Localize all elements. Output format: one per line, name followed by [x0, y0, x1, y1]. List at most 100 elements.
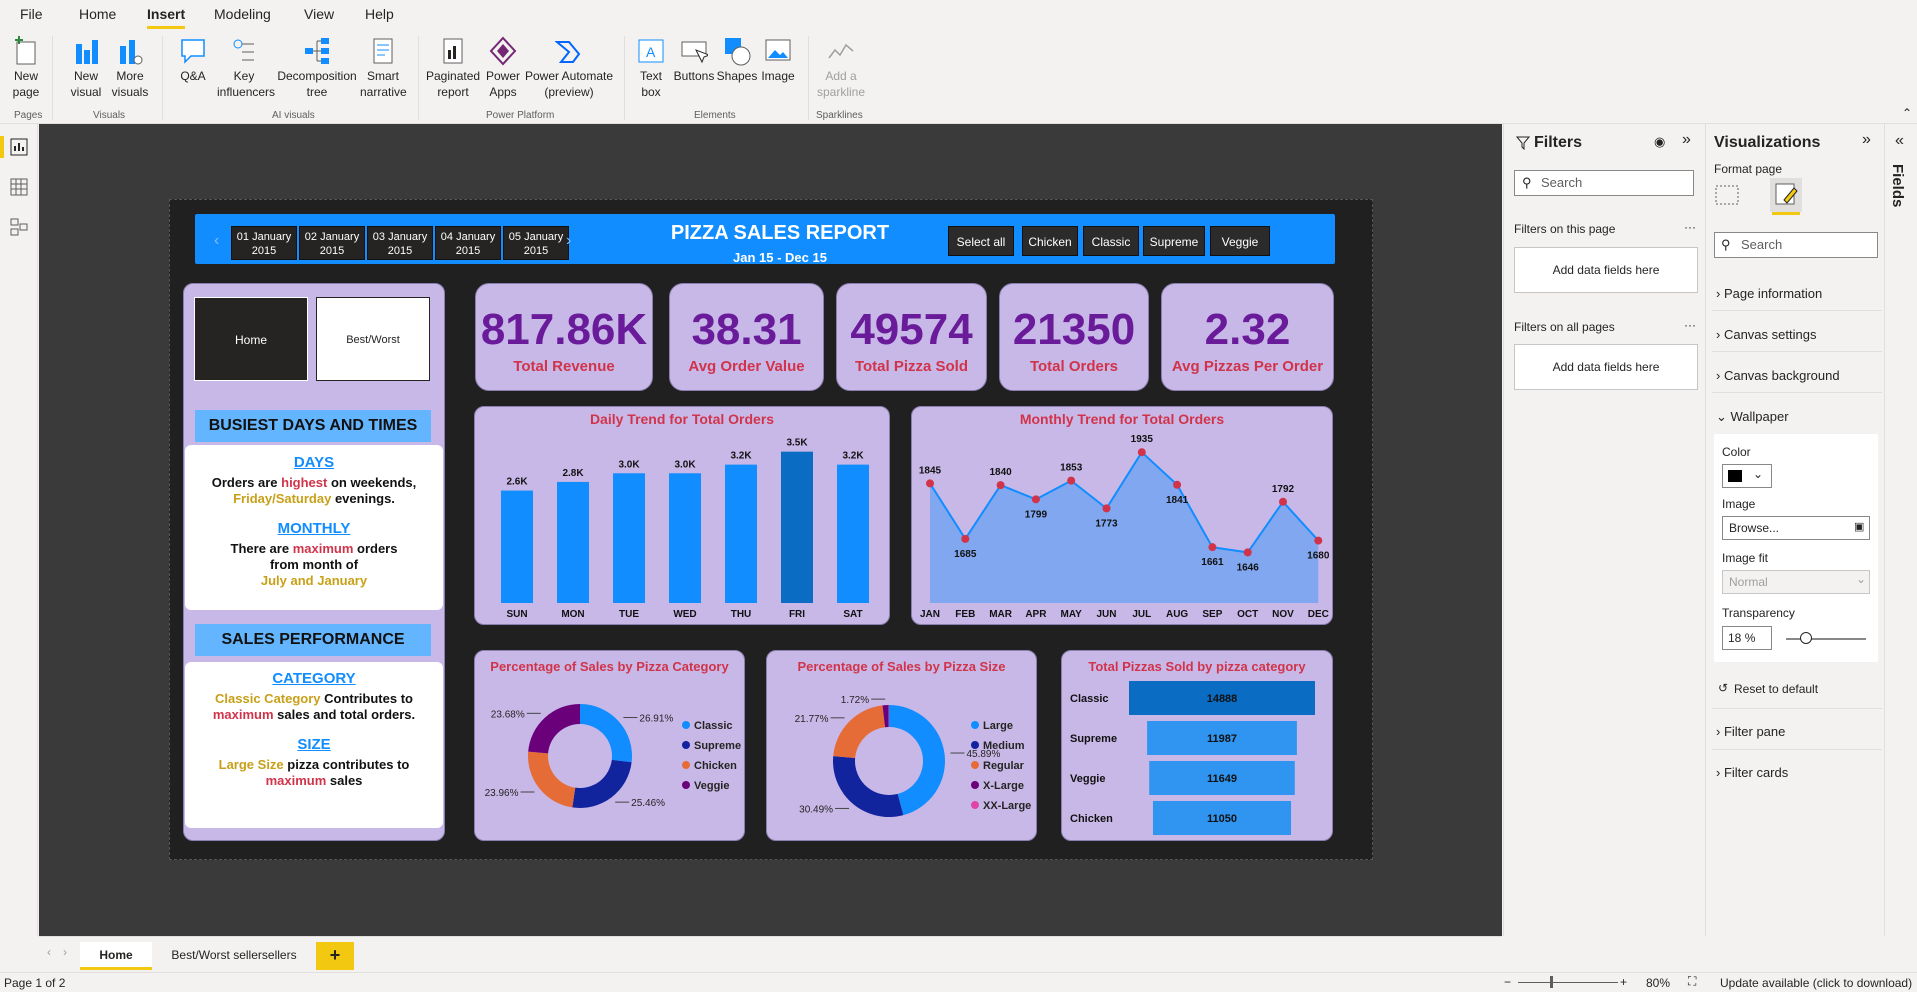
qna-button[interactable]: Q&A	[176, 36, 210, 84]
expand-fields-icon[interactable]: «	[1895, 132, 1904, 150]
category-slicer-item[interactable]: Chicken	[1022, 226, 1078, 256]
text-box-button[interactable]: A Text box	[632, 36, 670, 100]
section-canvas-settings[interactable]: › Canvas settings	[1716, 327, 1816, 342]
menu-modeling[interactable]: Modeling	[214, 6, 271, 22]
build-visual-icon[interactable]	[1714, 182, 1740, 208]
category-slicer-item[interactable]: Veggie	[1210, 226, 1270, 256]
slicer-next-icon[interactable]: ›	[566, 232, 571, 250]
more-visuals-button[interactable]: More visuals	[108, 36, 152, 100]
menu-insert[interactable]: Insert	[147, 6, 186, 29]
slicer-prev-icon[interactable]: ‹	[214, 232, 219, 250]
size-pie-panel[interactable]: Percentage of Sales by Pizza Size 45.89%…	[766, 650, 1037, 841]
best-worst-nav-button[interactable]: Best/Worst sellersellers	[316, 297, 430, 430]
date-slicer-item[interactable]: 01 January 2015	[231, 226, 297, 260]
category-slicer-item[interactable]: Supreme	[1143, 226, 1205, 256]
fields-pane-collapsed[interactable]: « Fields	[1884, 124, 1917, 936]
buttons-button[interactable]: Buttons	[672, 36, 716, 84]
buttons-icon	[681, 41, 708, 64]
category-bar-panel[interactable]: Total Pizzas Sold by pizza category 1488…	[1061, 650, 1333, 841]
date-slicer-item[interactable]: 02 January 2015	[299, 226, 365, 260]
tab-scroll-right-icon[interactable]: ›	[63, 945, 67, 959]
color-picker[interactable]: ⌄	[1722, 464, 1772, 488]
data-label: 25.46%	[631, 798, 665, 809]
section-filter-pane[interactable]: › Filter pane	[1716, 724, 1785, 739]
tick-label: MAY	[1061, 609, 1083, 620]
date-slicer-item[interactable]: 04 January 2015	[435, 226, 501, 260]
section-wallpaper[interactable]: ⌄ Wallpaper	[1716, 409, 1789, 425]
filters-search-input[interactable]: Search	[1514, 170, 1694, 196]
fit-page-icon[interactable]: ⛶	[1688, 974, 1696, 989]
zoom-slider-thumb[interactable]	[1550, 976, 1553, 988]
menu-help[interactable]: Help	[365, 6, 394, 22]
power-automate-button[interactable]: Power Automate (preview)	[524, 36, 614, 100]
power-apps-button[interactable]: Power Apps	[482, 36, 524, 100]
tab-best-worst[interactable]: Best/Worst sellersellers	[160, 942, 308, 970]
section-filter-cards[interactable]: › Filter cards	[1716, 765, 1788, 780]
category-slicer-item[interactable]: Classic	[1083, 226, 1139, 256]
collapse-ribbon-icon[interactable]: ⌃	[1902, 106, 1912, 120]
tab-home[interactable]: Home	[80, 942, 152, 970]
home-nav-button[interactable]: Home	[194, 297, 308, 381]
busiest-days-card: DAYS Orders are highest on weekends, Fri…	[185, 445, 443, 610]
category-label: Classic	[1070, 693, 1109, 705]
paginated-report-button[interactable]: Paginated report	[426, 36, 480, 100]
key-influencers-button[interactable]: Key influencers	[214, 36, 275, 100]
zoom-in-icon[interactable]: +	[1620, 975, 1627, 989]
add-sparkline-button[interactable]: Add a sparkline	[816, 36, 866, 100]
tick-label: NOV	[1272, 609, 1294, 620]
browse-image-input[interactable]: Browse...	[1722, 516, 1870, 540]
transparency-input[interactable]: 18 %	[1722, 626, 1772, 650]
report-title: PIZZA SALES REPORT	[670, 222, 890, 244]
more-options-icon[interactable]: ···	[1684, 318, 1696, 332]
image-button[interactable]: Image	[758, 36, 798, 84]
update-available-link[interactable]: Update available (click to download)	[1720, 976, 1912, 990]
eye-icon[interactable]: ◉	[1654, 134, 1665, 150]
image-fit-select[interactable]: Normal	[1722, 570, 1870, 594]
image-icon[interactable]: ▣	[1854, 520, 1864, 533]
section-canvas-background[interactable]: › Canvas background	[1716, 368, 1840, 383]
decomposition-tree-button[interactable]: Decomposition tree	[276, 36, 358, 100]
kpi-total-pizza-sold[interactable]: 49574 Total Pizza Sold	[836, 283, 987, 391]
section-page-information[interactable]: › Page information	[1716, 286, 1822, 301]
date-slicer-item[interactable]: 05 January 2015	[503, 226, 569, 260]
transparency-slider[interactable]	[1786, 638, 1866, 640]
monthly-trend-panel[interactable]: Monthly Trend for Total Orders 1845 JAN 16…	[911, 406, 1333, 625]
ribbon-separator	[418, 36, 419, 120]
menu-file[interactable]: File	[20, 6, 43, 22]
shapes-button[interactable]: Shapes	[716, 36, 758, 84]
new-visual-button[interactable]: New visual	[66, 36, 106, 100]
menu-home[interactable]: Home	[79, 6, 116, 22]
more-options-icon[interactable]: ···	[1684, 220, 1696, 234]
date-slicer-item[interactable]: 03 January 2015	[367, 226, 433, 260]
kpi-total-orders[interactable]: 21350 Total Orders	[999, 283, 1149, 391]
collapse-filters-icon[interactable]: »	[1682, 131, 1691, 149]
new-page-button[interactable]: New page	[6, 36, 46, 100]
page-filter-dropzone[interactable]: Add data fields here	[1514, 247, 1698, 293]
image-label: Image	[761, 69, 795, 83]
category-pie-panel[interactable]: Percentage of Sales by Pizza Category 26…	[474, 650, 745, 841]
format-tab-indicator	[1772, 212, 1800, 215]
add-page-button[interactable]: +	[316, 942, 354, 970]
kpi-total-revenue[interactable]: 817.86K Total Revenue	[475, 283, 653, 391]
tab-scroll-left-icon[interactable]: ‹	[47, 945, 51, 959]
days-highlight: highest	[281, 475, 328, 490]
menu-view[interactable]: View	[304, 6, 334, 22]
collapse-viz-icon[interactable]: »	[1862, 131, 1871, 149]
smart-narrative-button[interactable]: Smart narrative	[360, 36, 407, 100]
model-view-icon[interactable]	[10, 218, 28, 236]
kpi-avg-pizzas-per-order[interactable]: 2.32 Avg Pizzas Per Order	[1161, 283, 1334, 391]
all-pages-filter-dropzone[interactable]: Add data fields here	[1514, 344, 1698, 390]
report-view-icon[interactable]	[10, 138, 28, 156]
zoom-out-icon[interactable]: −	[1504, 975, 1511, 989]
daily-trend-panel[interactable]: Daily Trend for Total Orders 2.6K SUN 2.8K…	[474, 406, 890, 625]
category-slicer-item[interactable]: Select all	[948, 226, 1014, 256]
transparency-value: 18	[1728, 631, 1742, 645]
date-day: 05 January	[508, 231, 564, 243]
reset-default-button[interactable]: Reset to default	[1734, 682, 1818, 696]
ribbon-separator	[808, 36, 809, 120]
kpi-avg-order-value[interactable]: 38.31 Avg Order Value	[669, 283, 824, 391]
viz-search-input[interactable]: Search	[1714, 232, 1878, 258]
table-view-icon[interactable]	[10, 178, 28, 196]
zoom-slider[interactable]	[1518, 982, 1618, 983]
fields-label: Fields	[1889, 164, 1906, 208]
